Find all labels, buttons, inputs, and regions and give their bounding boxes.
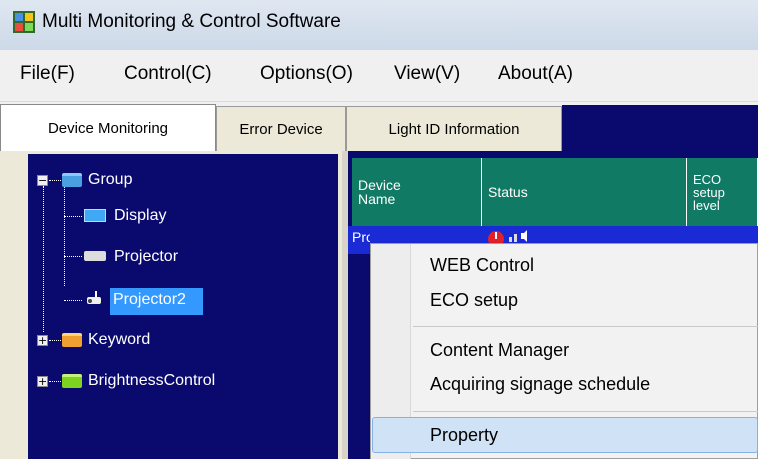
menu-about[interactable]: About(A) (498, 63, 573, 85)
menu-item-eco-setup[interactable]: ECO setup (430, 290, 518, 311)
menu-item-content-manager[interactable]: Content Manager (430, 340, 569, 361)
menu-item-acquiring-signage-schedule[interactable]: Acquiring signage schedule (430, 374, 650, 395)
menu-item-property[interactable]: Property (430, 425, 498, 446)
column-header-status[interactable]: Status (482, 158, 687, 226)
volume-icon (509, 229, 531, 243)
tree-line (43, 186, 44, 332)
tree-line (64, 256, 82, 257)
tab-light-id-information[interactable]: Light ID Information (346, 106, 562, 151)
menu-options[interactable]: Options(O) (260, 63, 353, 85)
collapse-icon[interactable]: − (37, 175, 48, 186)
tree-item-brightness-control[interactable]: BrightnessControl (88, 372, 215, 390)
display-icon (84, 209, 106, 222)
folder-icon (62, 333, 82, 347)
expand-icon[interactable]: + (37, 376, 48, 387)
window-title: Multi Monitoring & Control Software (42, 11, 341, 32)
tree-line (64, 300, 82, 301)
menu-file[interactable]: File(F) (20, 63, 75, 85)
menu-separator (413, 326, 758, 327)
projector-ceiling-icon (84, 291, 104, 307)
tree-item-keyword[interactable]: Keyword (88, 331, 150, 349)
tree-line (49, 340, 61, 341)
menu-item-web-control[interactable]: WEB Control (430, 255, 534, 276)
column-header-device-name[interactable]: Device Name (352, 158, 482, 226)
tree-item-projector2[interactable]: Projector2 (110, 288, 203, 315)
projector-icon (84, 251, 106, 261)
tree-item-projector[interactable]: Projector (114, 248, 178, 266)
menu-bar (0, 50, 758, 102)
tab-strip-background (562, 105, 758, 151)
tree-line (49, 180, 61, 181)
menu-separator (413, 411, 758, 412)
column-header-eco-setup-level[interactable]: ECO setup level (687, 158, 758, 226)
tree-line (64, 186, 65, 286)
tree-line (64, 216, 82, 217)
device-name-cell: Projector2 (352, 229, 370, 245)
expand-icon[interactable]: + (37, 335, 48, 346)
tree-item-group[interactable]: Group (88, 171, 132, 189)
tree-item-display[interactable]: Display (114, 207, 166, 225)
menu-control[interactable]: Control(C) (124, 63, 212, 85)
menu-view[interactable]: View(V) (394, 63, 460, 85)
app-icon (13, 11, 35, 33)
folder-icon (62, 374, 82, 388)
tree-line (49, 381, 61, 382)
tab-error-device[interactable]: Error Device (216, 106, 346, 151)
folder-icon (62, 173, 82, 187)
tab-device-monitoring[interactable]: Device Monitoring (0, 104, 216, 151)
